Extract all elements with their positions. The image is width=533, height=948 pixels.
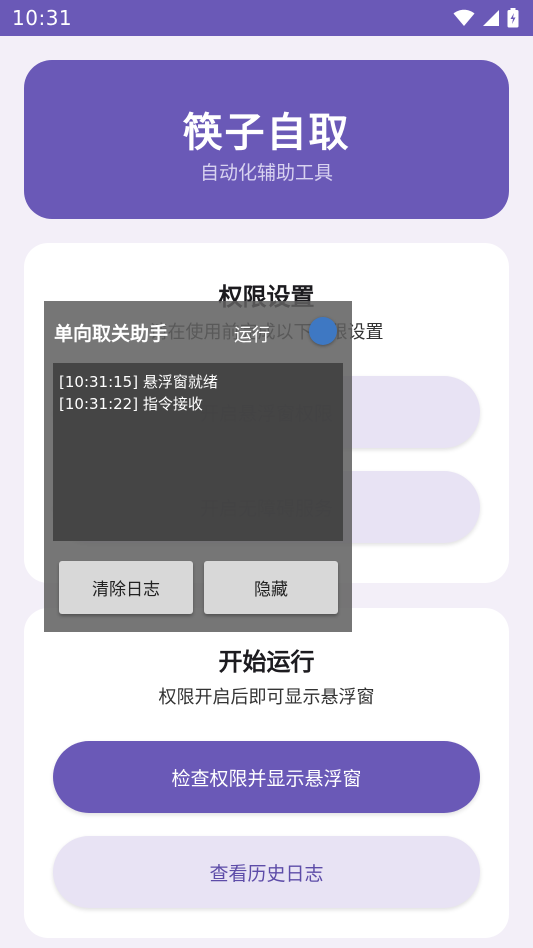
floating-window[interactable]: 单向取关助手 运行 [10:31:15] 悬浮窗就绪 [10:31:22] 指令… bbox=[44, 301, 352, 632]
status-bar: 10:31 bbox=[0, 0, 533, 36]
app-subtitle: 自动化辅助工具 bbox=[199, 162, 333, 184]
status-icons bbox=[453, 8, 519, 28]
log-line: [10:31:22] 指令接收 bbox=[59, 395, 203, 413]
run-description: 权限开启后即可显示悬浮窗 bbox=[158, 687, 375, 708]
run-title: 开始运行 bbox=[218, 648, 315, 676]
run-label: 运行 bbox=[234, 325, 270, 346]
app-title: 筷子自取 bbox=[182, 110, 351, 156]
log-area[interactable]: [10:31:15] 悬浮窗就绪 [10:31:22] 指令接收 bbox=[53, 363, 343, 541]
battery-icon bbox=[507, 8, 519, 28]
view-history-log-button[interactable]: 查看历史日志 bbox=[53, 836, 480, 908]
status-time: 10:31 bbox=[12, 6, 73, 30]
run-card: 开始运行 权限开启后即可显示悬浮窗 检查权限并显示悬浮窗 查看历史日志 bbox=[24, 608, 509, 938]
hide-button[interactable]: 隐藏 bbox=[204, 561, 338, 614]
log-line: [10:31:15] 悬浮窗就绪 bbox=[59, 373, 218, 391]
wifi-icon bbox=[453, 9, 475, 26]
floating-window-title: 单向取关助手 bbox=[54, 323, 169, 345]
signal-icon bbox=[483, 10, 499, 26]
clear-log-button[interactable]: 清除日志 bbox=[59, 561, 193, 614]
check-permissions-button[interactable]: 检查权限并显示悬浮窗 bbox=[53, 741, 480, 813]
run-toggle[interactable] bbox=[309, 317, 337, 345]
header-card: 筷子自取 自动化辅助工具 bbox=[24, 60, 509, 219]
